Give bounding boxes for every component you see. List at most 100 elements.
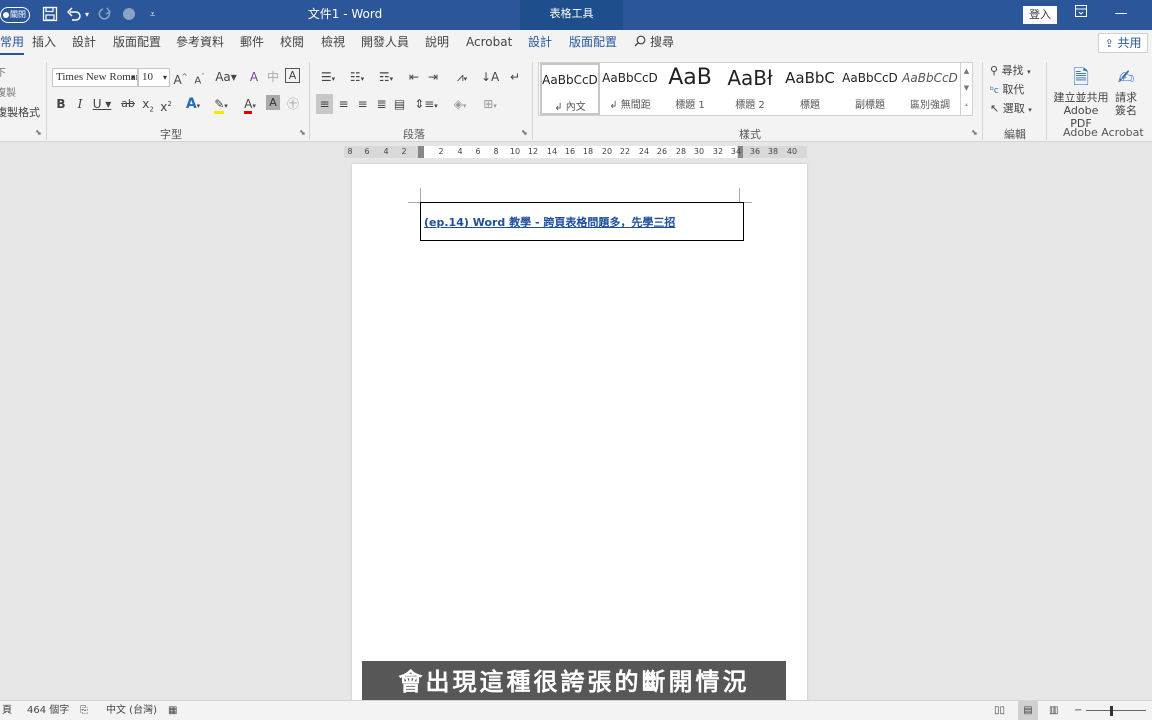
- subscript-icon[interactable]: x2: [141, 94, 155, 114]
- style-no-spacing[interactable]: AaBbCcD ↲ 無間距: [600, 63, 660, 115]
- style-subtle-emphasis[interactable]: AaBbCcD 區別強調: [900, 63, 960, 115]
- tell-me-search[interactable]: 搜尋: [634, 30, 674, 56]
- character-border-icon[interactable]: A: [285, 68, 300, 83]
- tab-insert[interactable]: 插入: [32, 30, 56, 56]
- tab-layout[interactable]: 版面配置: [113, 30, 161, 56]
- autosave-toggle[interactable]: 關閉: [0, 7, 30, 23]
- tab-review[interactable]: 校閱: [280, 30, 304, 56]
- clear-formatting-icon[interactable]: A: [246, 67, 262, 87]
- align-center-icon[interactable]: ≡: [335, 94, 352, 114]
- chevron-down-icon[interactable]: ▼: [961, 80, 972, 97]
- redo-icon[interactable]: [97, 6, 113, 24]
- style-title[interactable]: AaBbC 標題: [780, 63, 840, 115]
- align-left-icon[interactable]: ≡: [316, 94, 333, 114]
- ruler-tick: 34: [730, 147, 742, 156]
- horizontal-ruler[interactable]: 8 6 4 2 2 4 6 8 10 12 14 16 18 20 22 24 …: [344, 146, 807, 158]
- tab-view[interactable]: 檢視: [321, 30, 345, 56]
- line-spacing-icon[interactable]: ⇕≡▾: [414, 94, 438, 114]
- replace-button[interactable]: ᵇc 取代: [990, 81, 1024, 97]
- zoom-out-icon[interactable]: −: [1074, 701, 1082, 720]
- paste-fragment[interactable]: 下: [0, 64, 6, 79]
- font-launcher-icon[interactable]: ⬊: [299, 128, 306, 137]
- copy-button[interactable]: 複製: [0, 84, 16, 99]
- select-button[interactable]: ↖ 選取 ▾: [990, 100, 1032, 116]
- style-subtitle[interactable]: AaBbCcD 副標題: [840, 63, 900, 115]
- sort-icon[interactable]: ↓A: [481, 67, 499, 87]
- indent-marker-icon[interactable]: [418, 146, 424, 158]
- align-right-icon[interactable]: ≡: [354, 94, 371, 114]
- find-button[interactable]: ⚲ 尋找 ▾: [990, 62, 1031, 78]
- word-count[interactable]: 464 個字: [27, 701, 69, 720]
- page-indicator[interactable]: 頁: [2, 701, 12, 720]
- undo-icon[interactable]: [66, 6, 82, 24]
- print-layout-icon[interactable]: ▤: [1018, 701, 1038, 720]
- web-layout-icon[interactable]: ▥: [1049, 701, 1058, 720]
- proofing-icon[interactable]: ⎘: [80, 701, 88, 720]
- decrease-indent-icon[interactable]: ⇤: [406, 67, 422, 87]
- minimize-icon[interactable]: —: [1098, 0, 1144, 30]
- enclose-characters-icon[interactable]: ㊉: [285, 94, 301, 114]
- tab-home[interactable]: 常用: [0, 30, 25, 56]
- signin-button[interactable]: 登入: [1023, 6, 1057, 24]
- zoom-slider[interactable]: [1086, 710, 1146, 711]
- font-size-dropdown[interactable]: 10 ▾: [138, 68, 170, 87]
- bullets-icon[interactable]: ☰▾: [316, 67, 340, 87]
- create-share-pdf-button[interactable]: 🗎 建立並共用 Adobe PDF: [1052, 64, 1110, 130]
- phonetic-guide-icon[interactable]: 中: [265, 67, 281, 87]
- request-signature-button[interactable]: ✍ 請求 簽名: [1111, 64, 1141, 117]
- numbering-icon[interactable]: ☷▾: [345, 67, 369, 87]
- tab-design[interactable]: 設計: [72, 30, 96, 56]
- tab-acrobat[interactable]: Acrobat: [466, 30, 512, 56]
- strikethrough-icon[interactable]: ab: [119, 94, 137, 114]
- increase-indent-icon[interactable]: ⇥: [425, 67, 441, 87]
- character-shading-icon[interactable]: A: [266, 95, 280, 110]
- tab-table-layout[interactable]: 版面配置: [569, 30, 617, 56]
- superscript-icon[interactable]: x2: [159, 94, 173, 114]
- touch-mode-icon[interactable]: [121, 6, 137, 24]
- language-indicator[interactable]: 中文 (台灣): [106, 701, 157, 720]
- underline-icon[interactable]: U ▾: [91, 94, 113, 114]
- italic-icon[interactable]: I: [73, 94, 87, 114]
- shading-icon[interactable]: ◈▾: [448, 94, 472, 114]
- justify-icon[interactable]: ≣: [373, 94, 390, 114]
- tab-help[interactable]: 說明: [425, 30, 449, 56]
- save-icon[interactable]: [42, 6, 58, 24]
- text-effects-icon[interactable]: A▾: [181, 94, 205, 114]
- style-heading-1[interactable]: AaB 標題 1: [660, 63, 720, 115]
- undo-dropdown-icon[interactable]: ▾: [85, 6, 89, 24]
- font-color-icon[interactable]: A▾: [237, 94, 263, 114]
- distributed-icon[interactable]: ▤: [391, 94, 408, 114]
- more-icon[interactable]: ⩡: [961, 97, 972, 114]
- share-button[interactable]: ⇪ 共用: [1098, 33, 1148, 53]
- tab-table-design[interactable]: 設計: [528, 30, 552, 56]
- paragraph-launcher-icon[interactable]: ⬊: [521, 128, 528, 137]
- zoom-slider-thumb[interactable]: [1110, 706, 1113, 716]
- styles-scroll[interactable]: ▲ ▼ ⩡: [960, 63, 972, 115]
- tab-references[interactable]: 參考資料: [176, 30, 224, 56]
- multilevel-list-icon[interactable]: ☶▾: [374, 67, 398, 87]
- chinese-layout-icon[interactable]: ⩘▾: [450, 67, 474, 87]
- document-page[interactable]: [352, 164, 807, 720]
- tab-developer[interactable]: 開發人員: [361, 30, 409, 56]
- customize-toolbar-icon[interactable]: ⩡: [150, 6, 155, 24]
- styles-launcher-icon[interactable]: ⬊: [971, 128, 978, 137]
- bold-icon[interactable]: B: [54, 94, 68, 114]
- style-normal[interactable]: AaBbCcD ↲ 內文: [540, 63, 600, 115]
- read-mode-icon[interactable]: ▯▯: [994, 701, 1005, 720]
- grow-font-icon[interactable]: A^: [173, 67, 188, 87]
- show-formatting-icon[interactable]: ↵: [506, 67, 524, 87]
- tab-mailings[interactable]: 郵件: [240, 30, 264, 56]
- cell-text[interactable]: (ep.14) Word 教學 - 跨頁表格問題多，先學三招: [424, 214, 675, 230]
- ruler-tick: 30: [693, 147, 705, 156]
- shrink-font-icon[interactable]: Aˇ: [192, 67, 207, 87]
- style-heading-2[interactable]: AaBł 標題 2: [720, 63, 780, 115]
- borders-icon[interactable]: ⊞▾: [477, 94, 503, 114]
- chevron-up-icon[interactable]: ▲: [961, 63, 972, 80]
- font-name-dropdown[interactable]: Times New Roman ▾: [52, 68, 138, 87]
- change-case-icon[interactable]: Aa▾: [214, 67, 238, 87]
- table-cell[interactable]: (ep.14) Word 教學 - 跨頁表格問題多，先學三招: [420, 202, 744, 241]
- format-painter-button[interactable]: 複製格式: [0, 104, 40, 120]
- clipboard-launcher-icon[interactable]: ⬊: [35, 128, 42, 137]
- highlight-color-icon[interactable]: ✎▾: [208, 94, 234, 114]
- macro-record-icon[interactable]: ▦: [168, 701, 177, 720]
